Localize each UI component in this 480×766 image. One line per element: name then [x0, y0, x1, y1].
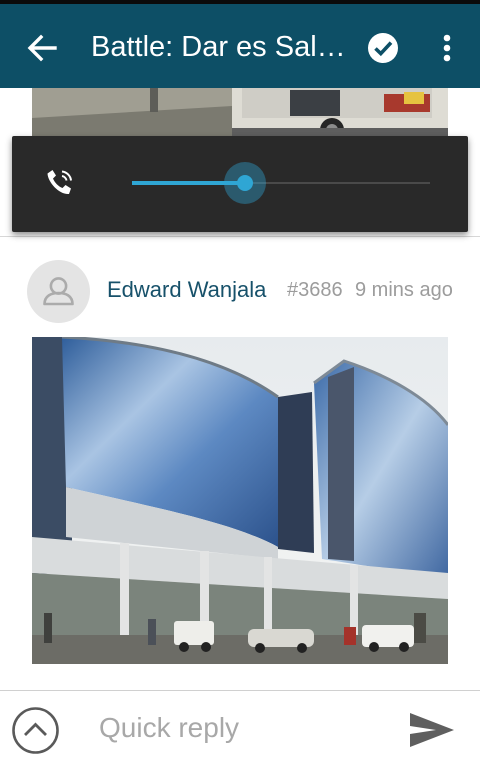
- check-circle-icon[interactable]: [366, 31, 400, 65]
- topic-title: Battle: Dar es Salaam vs Nairobi: [91, 31, 356, 63]
- quick-reply-input[interactable]: [86, 708, 376, 748]
- previous-post-image: [32, 88, 448, 136]
- send-icon[interactable]: [406, 711, 456, 749]
- person-avatar-icon[interactable]: [27, 260, 90, 323]
- volume-slider-thumb[interactable]: [224, 162, 267, 204]
- post-divider: [0, 236, 480, 237]
- in-call-phone-volume-icon: [42, 165, 78, 201]
- post-image[interactable]: [32, 337, 448, 664]
- chevron-up-circle-icon[interactable]: [11, 706, 60, 755]
- post-number[interactable]: #3686: [287, 276, 343, 304]
- volume-panel: [12, 136, 468, 232]
- more-vert-icon[interactable]: [430, 30, 464, 66]
- post-author-name[interactable]: Edward Wanjala: [107, 276, 273, 304]
- post-timestamp: 9 mins ago: [355, 279, 453, 301]
- arrow-left-icon[interactable]: [24, 30, 60, 66]
- quick-reply-bar: [0, 690, 480, 766]
- app-bar: Battle: Dar es Salaam vs Nairobi: [0, 4, 480, 88]
